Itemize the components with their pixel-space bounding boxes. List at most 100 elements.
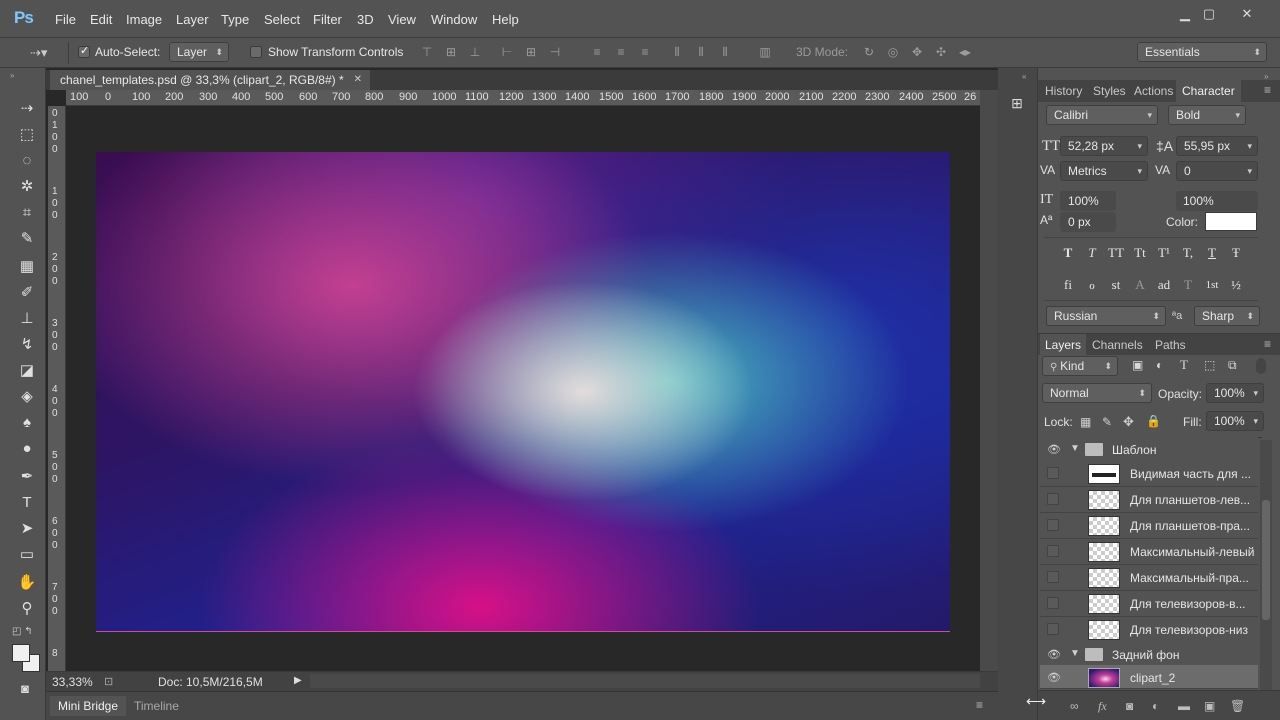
- add-mask-icon[interactable]: ◙: [1126, 699, 1133, 713]
- hand-tool-icon[interactable]: ✋: [16, 572, 38, 594]
- underline-button[interactable]: T: [1202, 243, 1222, 263]
- layer-row[interactable]: Для телевизоров-в...: [1040, 591, 1258, 617]
- zoom-tool-icon[interactable]: ⚲: [16, 598, 38, 620]
- layer-row-selected[interactable]: 👁 clipart_2: [1040, 665, 1258, 689]
- rectangle-tool-icon[interactable]: ▭: [16, 544, 38, 566]
- lock-all-icon[interactable]: 🔒: [1146, 414, 1161, 428]
- zoom-level[interactable]: 33,33%: [52, 675, 93, 689]
- marquee-tool-icon[interactable]: ⬚: [16, 124, 38, 146]
- align-top-icon[interactable]: ⊤: [420, 45, 434, 59]
- ornaments-button[interactable]: T: [1178, 275, 1198, 295]
- tab-styles[interactable]: Styles: [1093, 84, 1126, 98]
- expand-arrow-icon[interactable]: ▼: [1070, 443, 1080, 454]
- tab-mini-bridge[interactable]: Mini Bridge: [50, 696, 127, 716]
- menu-select[interactable]: Select: [264, 12, 300, 27]
- default-colors-icon[interactable]: ◰ ↰: [12, 626, 33, 637]
- filter-smart-object-icon[interactable]: ⧉: [1228, 358, 1237, 373]
- font-family-dropdown[interactable]: Calibri ▾: [1046, 105, 1158, 125]
- lock-position-icon[interactable]: ✥: [1123, 414, 1134, 430]
- 3d-rotate-icon[interactable]: ↻: [862, 45, 876, 59]
- menu-view[interactable]: View: [388, 12, 416, 27]
- font-size-field[interactable]: 52,28 px ▾: [1060, 136, 1148, 156]
- horizontal-scrollbar[interactable]: [310, 674, 980, 688]
- character-panel-menu-icon[interactable]: ≡: [1264, 83, 1271, 97]
- swash-button[interactable]: st: [1106, 275, 1126, 295]
- align-left-icon[interactable]: ⊢: [500, 45, 514, 59]
- layer-row[interactable]: Максимальный-левый: [1040, 539, 1258, 565]
- panel-menu-icon[interactable]: ≡: [976, 698, 983, 712]
- delete-layer-icon[interactable]: 🗑: [1230, 699, 1245, 713]
- align-bottom-icon[interactable]: ⊥: [468, 45, 482, 59]
- status-menu-arrow-icon[interactable]: ▶: [294, 675, 302, 686]
- move-tool-icon[interactable]: ⇢: [16, 98, 38, 120]
- stylistic-alternates-button[interactable]: A: [1130, 275, 1150, 295]
- layer-row[interactable]: Для планшетов-пра...: [1040, 513, 1258, 539]
- move-tool-preset-icon[interactable]: ⇢▾: [30, 45, 47, 61]
- layers-panel-menu-icon[interactable]: ≡: [1264, 337, 1271, 351]
- distribute-vcenter-icon[interactable]: ≡: [614, 45, 628, 59]
- 3d-pan-icon[interactable]: ✥: [910, 45, 924, 59]
- link-layers-icon[interactable]: ∞: [1070, 699, 1079, 713]
- layer-row[interactable]: Видимая часть для ...: [1040, 461, 1258, 487]
- tab-paths[interactable]: Paths: [1155, 338, 1186, 352]
- lock-image-icon[interactable]: ✎: [1102, 415, 1112, 429]
- 3d-roll-icon[interactable]: ◎: [886, 45, 900, 59]
- visibility-toggle[interactable]: [1047, 493, 1059, 505]
- tab-layers[interactable]: Layers: [1040, 334, 1087, 356]
- small-caps-button[interactable]: Tt: [1130, 243, 1150, 263]
- collapse-tools-icon[interactable]: »: [10, 71, 14, 80]
- menu-layer[interactable]: Layer: [176, 12, 209, 27]
- baseline-shift-field[interactable]: 0 px: [1060, 212, 1116, 232]
- visibility-toggle[interactable]: [1047, 571, 1059, 583]
- distribute-bottom-icon[interactable]: ≡: [638, 45, 652, 59]
- distribute-right-icon[interactable]: ⫴: [718, 45, 732, 59]
- menu-help[interactable]: Help: [492, 12, 519, 27]
- menu-type[interactable]: Type: [221, 12, 249, 27]
- menu-edit[interactable]: Edit: [90, 12, 112, 27]
- eraser-tool-icon[interactable]: ◪: [16, 360, 38, 382]
- faux-italic-button[interactable]: T: [1082, 243, 1102, 263]
- tab-actions[interactable]: Actions: [1134, 84, 1173, 98]
- blend-mode-dropdown[interactable]: Normal ⬍: [1042, 383, 1152, 403]
- antialias-dropdown[interactable]: Sharp ⬍: [1194, 306, 1260, 326]
- visibility-toggle[interactable]: [1047, 467, 1059, 479]
- quick-mask-icon[interactable]: ◙: [14, 678, 36, 700]
- distribute-left-icon[interactable]: ⫴: [670, 45, 684, 59]
- close-document-icon[interactable]: ✕: [354, 70, 362, 90]
- properties-panel-icon[interactable]: ⊞: [1006, 92, 1028, 114]
- menu-filter[interactable]: Filter: [313, 12, 342, 27]
- visibility-toggle[interactable]: [1047, 545, 1059, 557]
- strikethrough-button[interactable]: Ŧ: [1226, 243, 1246, 263]
- filter-shape-icon[interactable]: ⬚: [1204, 358, 1215, 372]
- layer-group-row[interactable]: 👁 ▼ Шаблон: [1040, 437, 1258, 463]
- fractions-button[interactable]: ½: [1226, 275, 1246, 295]
- tab-character[interactable]: Character: [1176, 80, 1241, 102]
- tab-timeline[interactable]: Timeline: [126, 696, 187, 716]
- distribute-hcenter-icon[interactable]: ⫴: [694, 45, 708, 59]
- show-transform-checkbox[interactable]: [250, 46, 262, 58]
- visibility-toggle[interactable]: [1047, 597, 1059, 609]
- lock-transparent-icon[interactable]: ▦: [1080, 415, 1091, 429]
- pen-tool-icon[interactable]: ✒: [16, 466, 38, 488]
- language-dropdown[interactable]: Russian ⬍: [1046, 306, 1166, 326]
- all-caps-button[interactable]: TT: [1106, 243, 1126, 263]
- faux-bold-button[interactable]: T: [1058, 243, 1078, 263]
- adjustment-layer-icon[interactable]: ◐: [1152, 699, 1159, 713]
- menu-3d[interactable]: 3D: [357, 12, 374, 27]
- magic-wand-tool-icon[interactable]: ✲: [16, 176, 38, 198]
- brush-tool-icon[interactable]: ✐: [16, 282, 38, 304]
- 3d-scale-icon[interactable]: ◂▸: [958, 45, 972, 59]
- foreground-color-swatch[interactable]: [12, 644, 30, 662]
- workspace-dropdown[interactable]: Essentials ⬍: [1137, 42, 1267, 62]
- document-tab[interactable]: chanel_templates.psd @ 33,3% (clipart_2,…: [50, 70, 370, 90]
- scrollbar-thumb[interactable]: [1262, 500, 1270, 620]
- minimize-icon[interactable]: ▁: [1174, 6, 1196, 22]
- menu-file[interactable]: File: [55, 12, 76, 27]
- ligatures-button[interactable]: fi: [1058, 275, 1078, 295]
- kerning-dropdown[interactable]: Metrics ▾: [1060, 161, 1148, 181]
- paint-bucket-tool-icon[interactable]: ◈: [16, 386, 38, 408]
- filter-type-icon[interactable]: T: [1180, 357, 1188, 373]
- maximize-icon[interactable]: ▢: [1198, 6, 1220, 22]
- blur-tool-icon[interactable]: ♠: [16, 412, 38, 434]
- auto-select-checkbox[interactable]: ✓: [78, 45, 90, 58]
